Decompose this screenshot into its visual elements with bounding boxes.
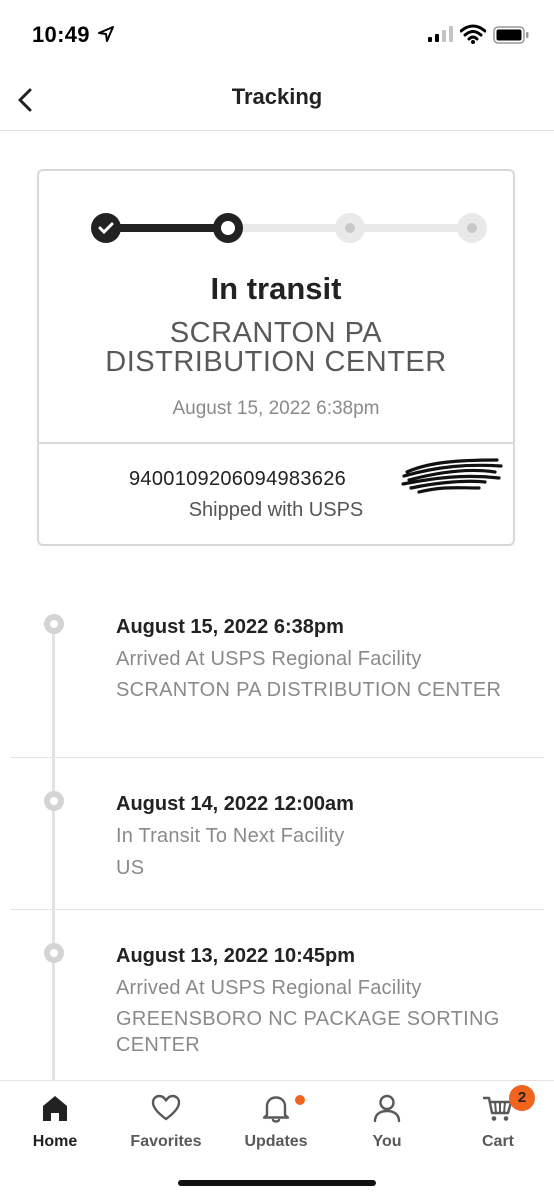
- redaction-scribble: [401, 458, 503, 494]
- progress-step-4: [457, 213, 487, 243]
- status-bar: 10:49: [0, 0, 554, 70]
- tab-cart[interactable]: 2 Cart: [443, 1081, 553, 1161]
- tab-label: You: [372, 1133, 402, 1150]
- location-arrow-icon: [98, 26, 114, 42]
- timeline-dot: [44, 791, 64, 811]
- status-date: August 15, 2022 6:38pm: [172, 398, 380, 419]
- cellular-signal-icon: [428, 26, 453, 42]
- event-date: August 14, 2022 12:00am: [116, 793, 354, 815]
- event-description: Arrived At USPS Regional Facility: [116, 977, 422, 999]
- shipment-status: In transit: [210, 271, 342, 306]
- tab-updates[interactable]: Updates: [221, 1081, 331, 1161]
- heart-icon: [151, 1094, 181, 1121]
- updates-notification-dot: [295, 1095, 305, 1105]
- event-location: SCRANTON PA DISTRIBUTION CENTER: [116, 679, 502, 701]
- timeline-dot: [44, 943, 64, 963]
- card-divider: [39, 442, 513, 444]
- person-icon: [373, 1094, 401, 1123]
- progress-step-1: [91, 213, 121, 243]
- event-description: In Transit To Next Facility: [116, 825, 345, 847]
- battery-icon: [493, 26, 529, 44]
- tab-favorites[interactable]: Favorites: [111, 1081, 221, 1161]
- event-date: August 15, 2022 6:38pm: [116, 616, 344, 638]
- tab-label: Home: [32, 1133, 78, 1150]
- current-location: SCRANTON PA DISTRIBUTION CENTER: [105, 317, 447, 378]
- tab-you[interactable]: You: [332, 1081, 442, 1161]
- progress-step-3: [335, 213, 365, 243]
- tracking-status-card: In transit SCRANTON PA DISTRIBUTION CENT…: [37, 169, 515, 546]
- tab-home[interactable]: Home: [0, 1081, 110, 1161]
- wifi-icon: [460, 24, 486, 44]
- bell-icon: [262, 1096, 290, 1123]
- event-location: GREENSBORO NC PACKAGE SORTING CENTER: [116, 1008, 500, 1056]
- home-indicator: [178, 1180, 376, 1186]
- tracking-number: 9400109206094983626: [129, 468, 347, 490]
- tab-label: Favorites: [130, 1133, 202, 1150]
- tab-label: Cart: [481, 1133, 514, 1150]
- status-time: 10:49: [32, 22, 90, 47]
- carrier-label: Shipped with USPS: [188, 499, 364, 521]
- nav-header: Tracking: [0, 70, 554, 131]
- shipment-progress-bar: [91, 213, 487, 243]
- event-date: August 13, 2022 10:45pm: [116, 945, 355, 967]
- event-description: Arrived At USPS Regional Facility: [116, 648, 422, 670]
- event-divider: [10, 757, 544, 758]
- progress-step-2: [213, 213, 243, 243]
- event-location: US: [116, 857, 145, 879]
- timeline-line: [52, 625, 55, 1080]
- cart-count-badge: 2: [509, 1085, 535, 1111]
- page-title: Tracking: [231, 84, 323, 109]
- event-divider: [10, 909, 544, 910]
- timeline-dot: [44, 614, 64, 634]
- home-icon: [43, 1096, 67, 1121]
- tab-label: Updates: [244, 1133, 308, 1150]
